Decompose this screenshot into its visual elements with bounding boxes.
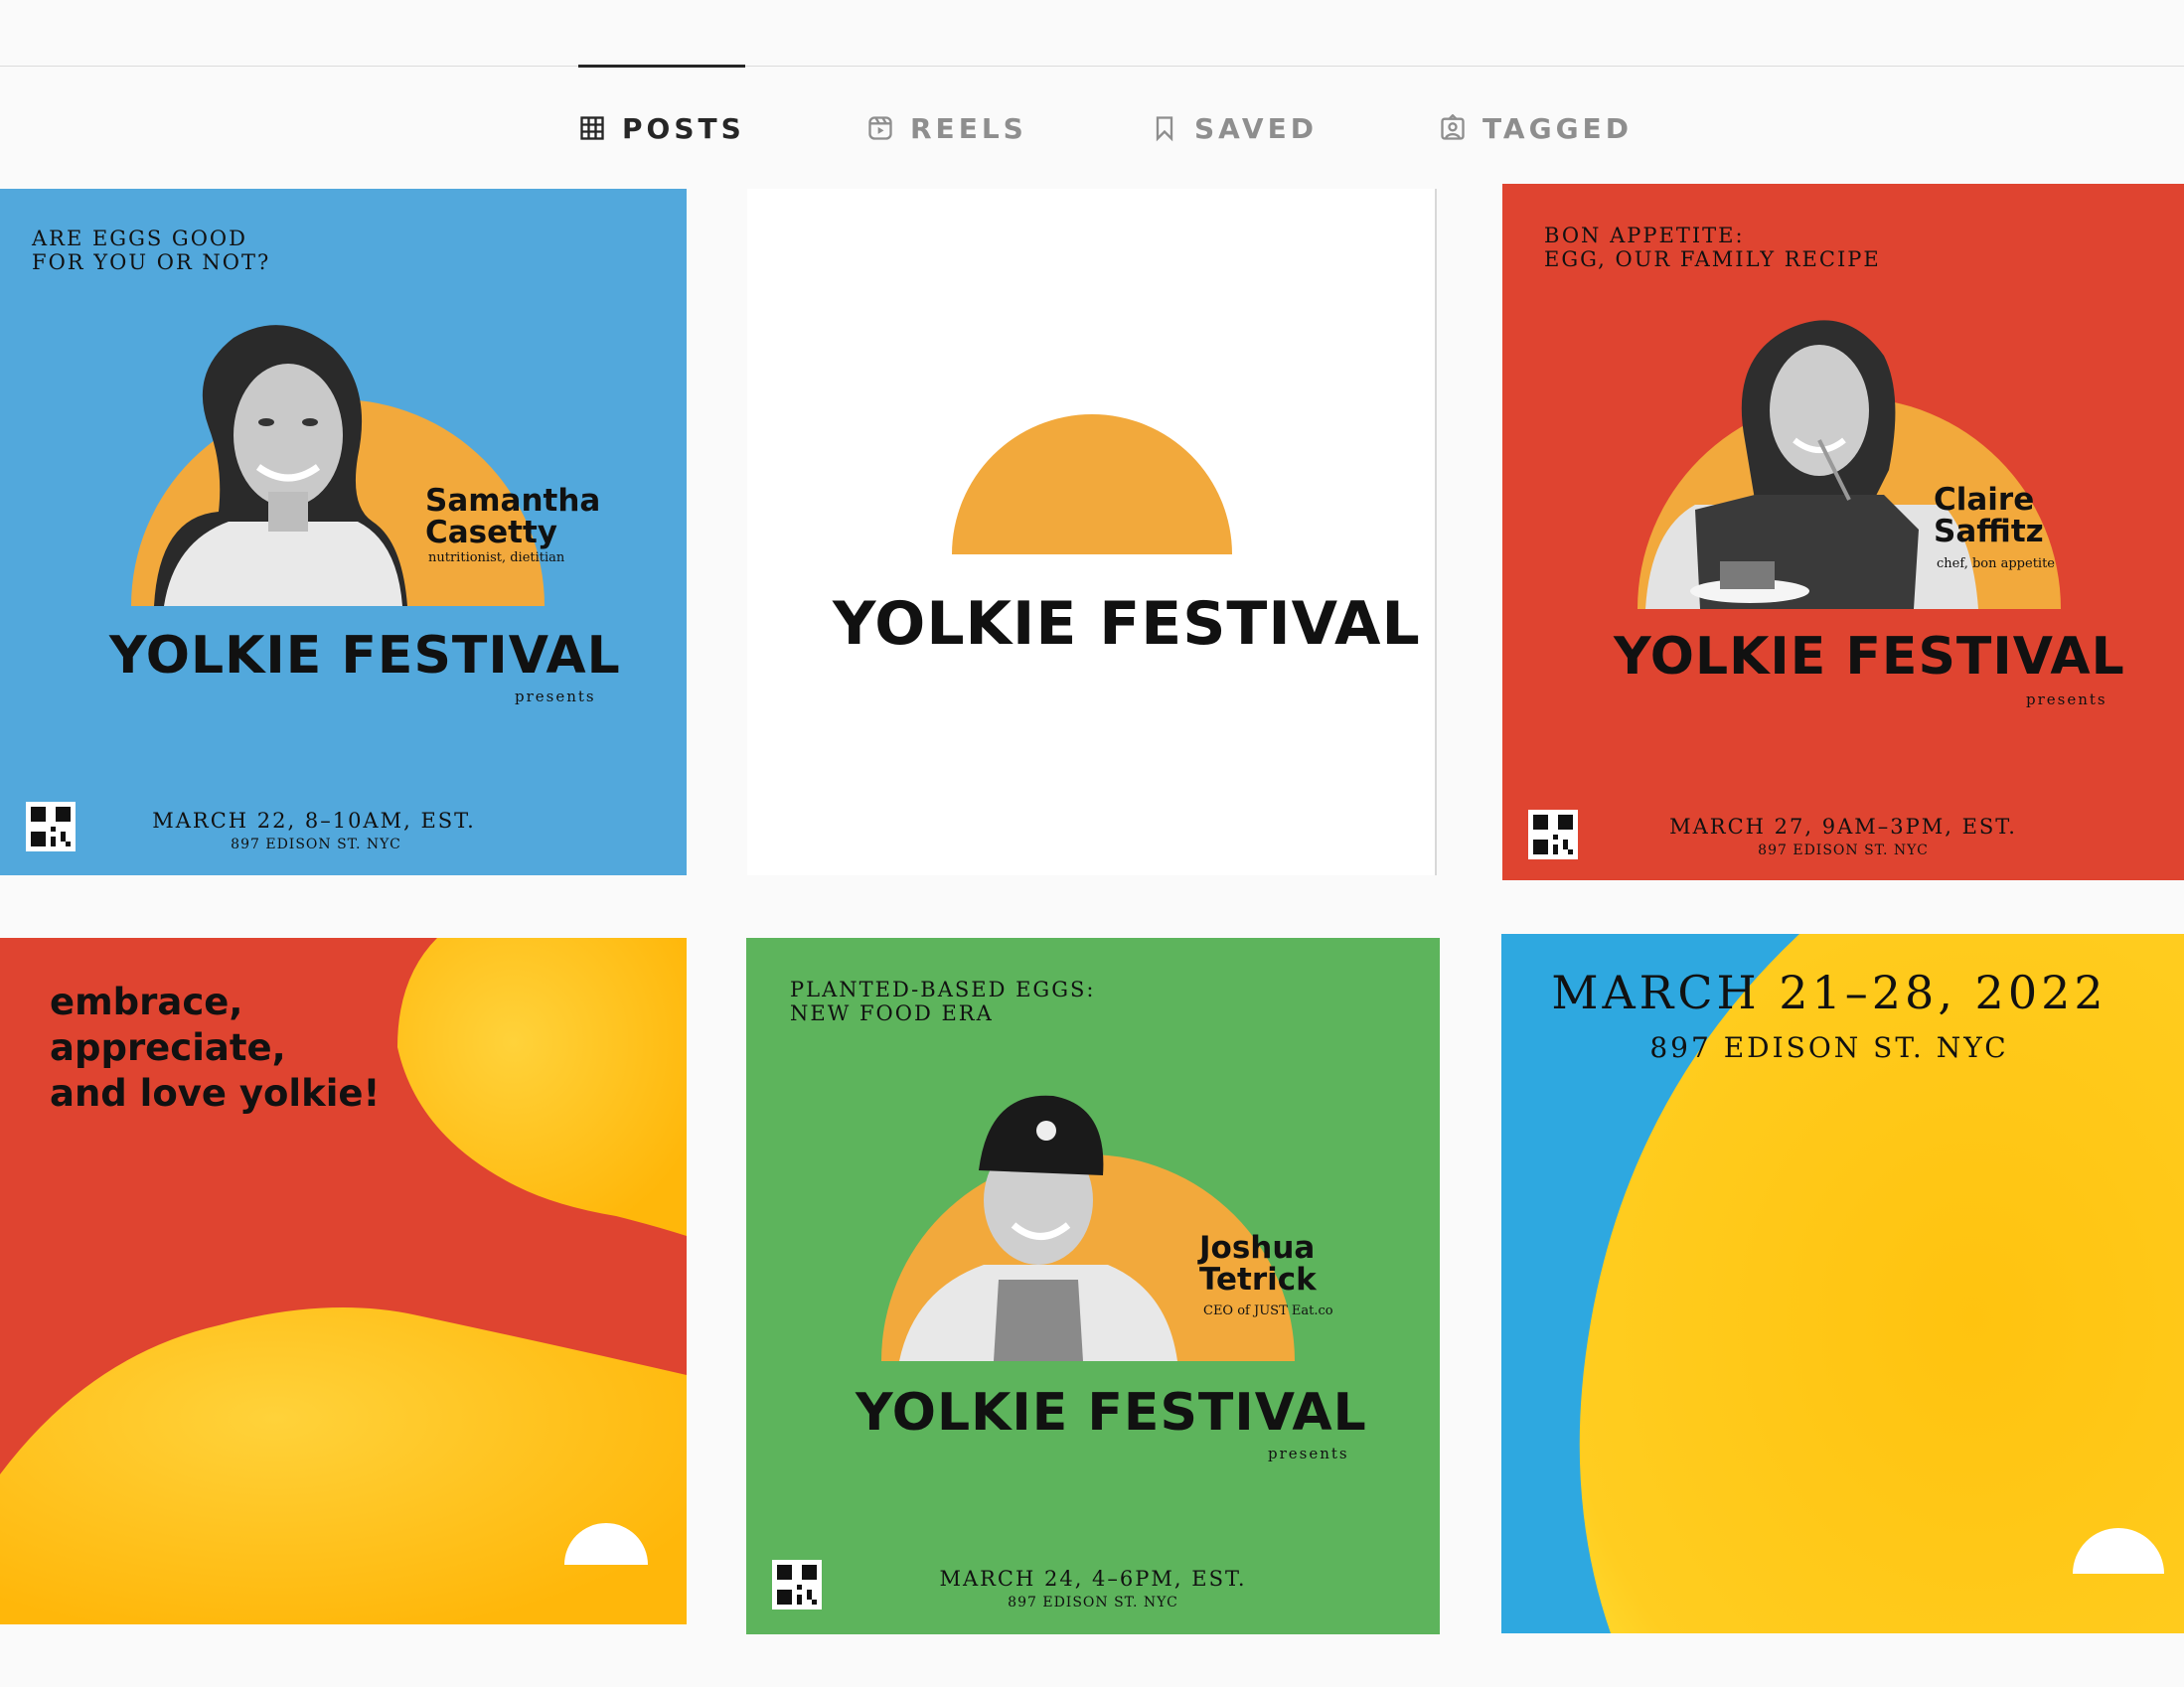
event-date: MARCH 27, 9AM–3PM, EST. (1669, 815, 2017, 839)
post-joshua-tetrick[interactable]: PLANTED-BASED EGGS: NEW FOOD ERA Joshua … (746, 938, 1440, 1634)
post-kicker: BON APPETITE: EGG, OUR FAMILY RECIPE (1544, 224, 1881, 271)
post-festival-logo[interactable]: YOLKIE FESTIVAL (747, 189, 1437, 875)
festival-title: YOLKIE FESTIVAL (109, 626, 621, 686)
speaker-name: Claire Saffitz (1934, 484, 2044, 547)
tab-tagged[interactable]: TAGGED (1439, 66, 1633, 191)
tab-tagged-label: TAGGED (1482, 111, 1633, 145)
event-date: MARCH 21–28, 2022 (1551, 966, 2107, 1019)
tab-posts[interactable]: POSTS (578, 65, 745, 191)
slogan-line: appreciate, (50, 1026, 286, 1069)
tab-posts-label: POSTS (622, 111, 745, 145)
speaker-name-line: Casetty (425, 515, 557, 550)
tab-saved[interactable]: SAVED (1151, 66, 1318, 191)
speaker-name-line: Tetrick (1199, 1262, 1317, 1298)
post-embrace-yolkie[interactable]: embrace, appreciate, and love yolkie! (0, 938, 687, 1624)
tagged-icon (1441, 114, 1465, 140)
festival-title: YOLKIE FESTIVAL (1614, 627, 2125, 687)
event-address: 897 EDISON ST. NYC (1758, 843, 1929, 858)
speaker-name-line: Samantha (425, 483, 601, 519)
speaker-name: Joshua Tetrick (1199, 1232, 1317, 1296)
grid-icon (580, 116, 604, 140)
presents-label: presents (515, 688, 596, 705)
speaker-role: nutritionist, dietitian (428, 550, 565, 565)
post-kicker: PLANTED-BASED EGGS: NEW FOOD ERA (790, 978, 1095, 1025)
event-address: 897 EDISON ST. NYC (231, 837, 401, 852)
festival-title: YOLKIE FESTIVAL (833, 589, 1421, 659)
kicker-line: EGG, OUR FAMILY RECIPE (1544, 247, 1881, 271)
speaker-name-line: Claire (1934, 482, 2035, 518)
kicker-line: NEW FOOD ERA (790, 1001, 994, 1025)
event-address: 897 EDISON ST. NYC (1649, 1031, 2009, 1064)
post-claire-saffitz[interactable]: BON APPETITE: EGG, OUR FAMILY RECIPE Cla… (1502, 184, 2184, 880)
kicker-line: FOR YOU OR NOT? (32, 250, 271, 274)
speaker-role: chef, bon appetite (1937, 556, 2055, 571)
post-samantha-casetty[interactable]: ARE EGGS GOOD FOR YOU OR NOT? Samantha C… (0, 189, 687, 875)
event-date: MARCH 22, 8–10AM, EST. (152, 809, 476, 833)
speaker-name-line: Joshua (1199, 1230, 1316, 1266)
kicker-line: PLANTED-BASED EGGS: (790, 978, 1096, 1001)
festival-title: YOLKIE FESTIVAL (856, 1383, 1367, 1443)
speaker-name-line: Saffitz (1934, 514, 2044, 549)
kicker-line: BON APPETITE: (1544, 224, 1745, 247)
speaker-role: CEO of JUST Eat.co (1203, 1304, 1333, 1318)
tab-reels[interactable]: REELS (866, 66, 1027, 191)
slogan: embrace, appreciate, and love yolkie! (50, 980, 380, 1117)
sun-logo-icon (952, 414, 1232, 554)
presents-label: presents (1268, 1445, 1349, 1462)
event-date: MARCH 24, 4–6PM, EST. (939, 1567, 1247, 1591)
reels-icon (868, 116, 892, 140)
kicker-line: ARE EGGS GOOD (32, 227, 247, 250)
presents-label: presents (2026, 690, 2107, 708)
profile-tabs: POSTS REELS SAVED TAGGED (0, 65, 2184, 191)
event-address: 897 EDISON ST. NYC (1008, 1595, 1178, 1610)
post-festival-dates[interactable]: MARCH 21–28, 2022 897 EDISON ST. NYC (1501, 934, 2184, 1633)
speaker-name: Samantha Casetty (425, 485, 600, 548)
post-kicker: ARE EGGS GOOD FOR YOU OR NOT? (32, 227, 270, 274)
slogan-line: and love yolkie! (50, 1072, 381, 1115)
slogan-line: embrace, (50, 981, 243, 1023)
bookmark-icon (1156, 116, 1173, 142)
tab-reels-label: REELS (910, 111, 1027, 145)
tab-saved-label: SAVED (1194, 111, 1318, 145)
